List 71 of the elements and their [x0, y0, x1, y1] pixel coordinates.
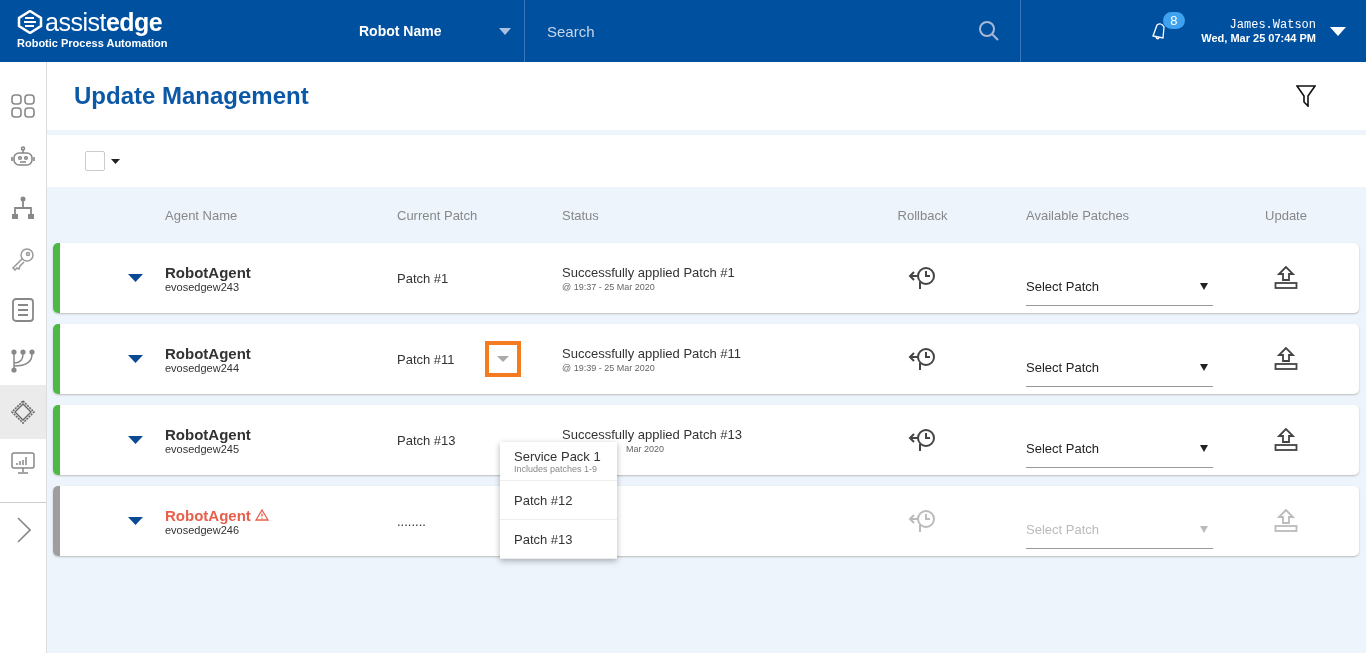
current-patch: Patch #13	[397, 432, 456, 448]
patch-select[interactable]: Select Patch	[1026, 268, 1213, 306]
host-name: evosedgew244	[165, 361, 239, 374]
column-header: Current Patch	[397, 207, 479, 223]
upload-icon[interactable]	[1274, 347, 1298, 371]
grid-icon	[11, 94, 35, 118]
expand-caret-icon[interactable]	[128, 436, 143, 444]
caret-icon[interactable]	[111, 158, 120, 164]
timestamp: Mar 2020	[626, 443, 665, 454]
key-icon	[11, 247, 35, 271]
column-header: Rollback	[896, 207, 949, 223]
current-patch: Patch #11	[397, 351, 455, 367]
expand-caret-icon[interactable]	[128, 274, 143, 282]
rollback-icon[interactable]	[907, 428, 938, 452]
search-icon	[978, 20, 1000, 42]
rollback-icon	[907, 509, 938, 533]
column-header: Agent Name	[165, 207, 239, 223]
patch-select[interactable]: Select Patch	[1026, 430, 1213, 468]
caret-icon	[496, 356, 509, 362]
notification-count: 8	[1163, 12, 1185, 29]
host-name: evosedgew246	[165, 523, 239, 536]
caret-icon	[1200, 445, 1208, 452]
timestamp: @ 19:39 - 25 Mar 2020	[562, 362, 655, 373]
filter-icon[interactable]	[1296, 85, 1316, 107]
upload-icon[interactable]	[1274, 266, 1298, 290]
page-title: Update Management	[74, 82, 309, 110]
select-all-checkbox[interactable]	[85, 151, 105, 171]
agent-name: RobotAgent	[165, 344, 251, 362]
search-input[interactable]: Search	[545, 21, 978, 41]
rollback-icon[interactable]	[907, 347, 938, 371]
document-icon	[12, 298, 34, 322]
sidebar-item[interactable]	[0, 385, 46, 439]
expand-caret-icon[interactable]	[128, 355, 143, 363]
hierarchy-icon	[12, 196, 34, 220]
caret-icon	[1200, 364, 1208, 371]
branch-icon	[11, 349, 35, 373]
current-patch: Patch #1	[397, 270, 449, 286]
chevron-right-icon[interactable]	[17, 517, 31, 543]
status-text: Successfully applied Patch #1	[562, 264, 735, 280]
robot-name-dropdown[interactable]: Robot Name	[340, 0, 524, 62]
date-time: Wed, Mar 25 07:44 PM	[1201, 32, 1316, 44]
status-text: Successfully applied Patch #13	[562, 426, 742, 442]
column-header: Update	[1264, 207, 1308, 223]
robot-icon	[11, 146, 35, 168]
logo-text: assistedge	[45, 8, 163, 36]
user-name: James.Watson	[1229, 18, 1316, 32]
expand-caret-icon[interactable]	[128, 517, 143, 525]
current-patch: ........	[397, 513, 426, 529]
tagline: Robotic Process Automation	[17, 37, 169, 49]
status-text: Successfully applied Patch #11	[562, 345, 741, 361]
host-name: evosedgew245	[165, 442, 239, 455]
warning-icon	[254, 509, 269, 521]
caret-icon	[1200, 526, 1208, 533]
patch-select[interactable]: Select Patch	[1026, 349, 1213, 387]
chip-icon	[10, 399, 36, 425]
rollback-icon[interactable]	[907, 266, 938, 290]
logo-icon	[17, 10, 43, 34]
column-header: Status	[562, 207, 600, 223]
upload-icon[interactable]	[1274, 428, 1298, 452]
caret-icon	[499, 27, 511, 35]
column-header: Available Patches	[1026, 207, 1131, 223]
agent-name: RobotAgent	[165, 263, 251, 281]
caret-icon[interactable]	[1330, 26, 1346, 36]
upload-icon	[1274, 509, 1298, 533]
agent-name: RobotAgent	[165, 506, 251, 524]
monitor-chart-icon	[11, 452, 35, 474]
timestamp: @ 19:37 - 25 Mar 2020	[562, 281, 655, 292]
caret-icon	[1200, 283, 1208, 290]
patch-dropdown-toggle[interactable]	[484, 341, 521, 377]
agent-name: RobotAgent	[165, 425, 251, 443]
host-name: evosedgew243	[165, 280, 239, 293]
